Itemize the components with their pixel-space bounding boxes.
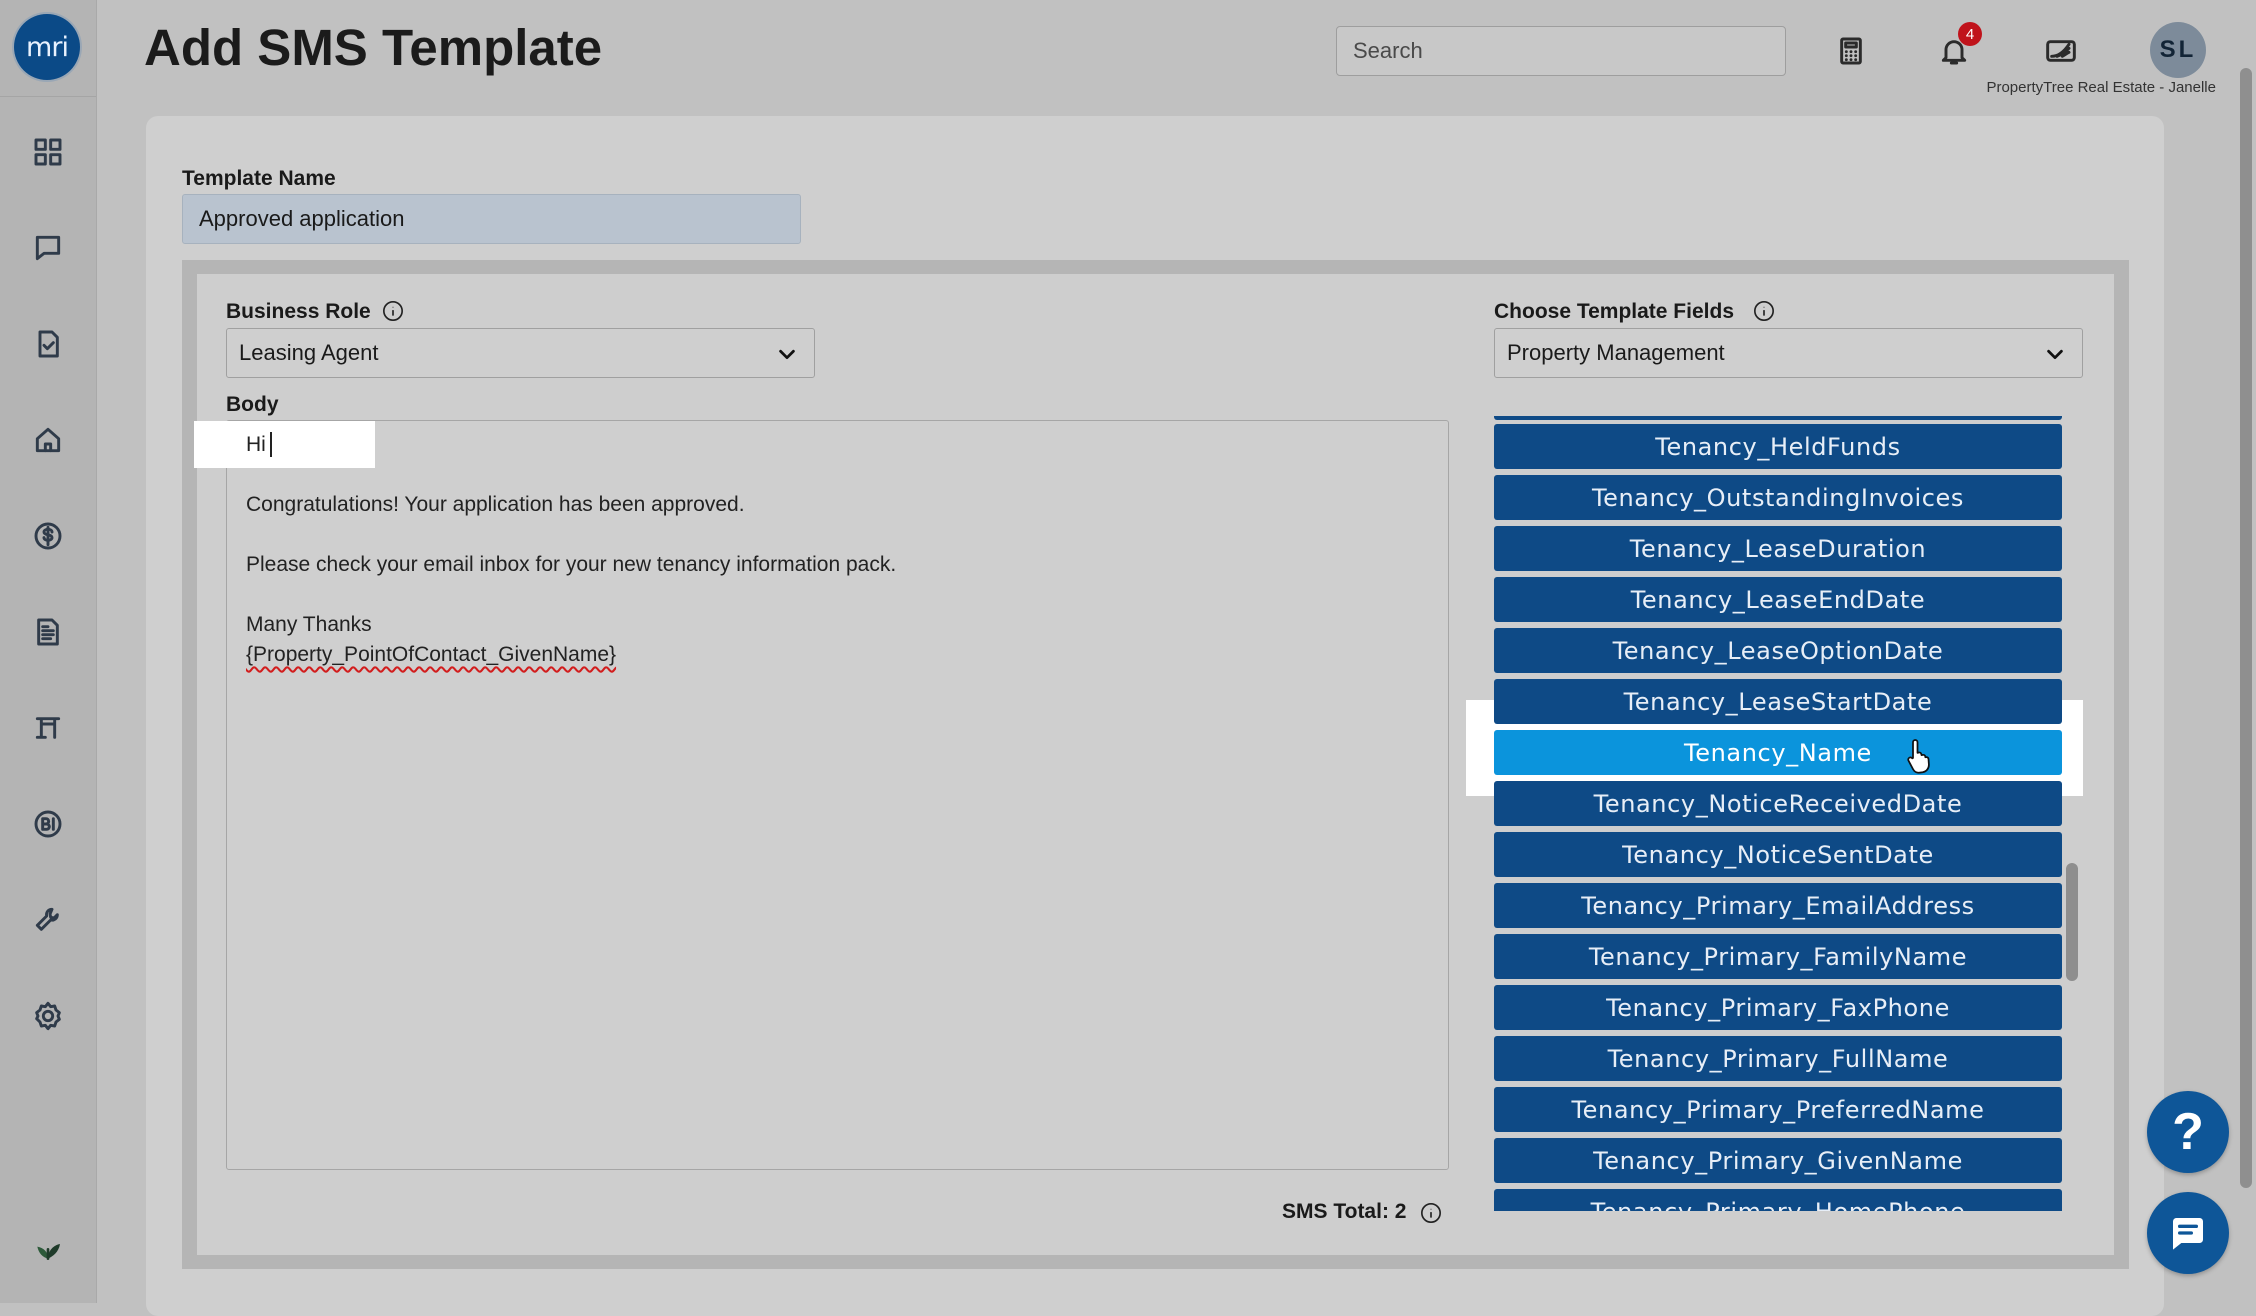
template-name-input[interactable] [182,194,801,244]
body-text-highlight [194,421,375,468]
sms-total-info-icon[interactable] [1420,1202,1442,1224]
template-field-button[interactable]: Tenancy_HeldFunds [1494,424,2062,469]
body-line-congratulations: Congratulations! Your application has be… [246,493,745,516]
account-label: PropertyTree Real Estate - Janelle [1986,79,2216,96]
template-field-button[interactable]: Tenancy_Primary_EmailAddress [1494,883,2062,928]
business-role-label: Business Role [226,300,371,323]
template-field-button[interactable]: Tenancy_Primary_FullName [1494,1036,2062,1081]
chevron-down-icon [776,343,798,365]
template-field-button-partial[interactable] [1494,416,2062,420]
template-field-list[interactable]: Tenancy_HeldFunds Tenancy_OutstandingInvo… [1494,416,2064,1211]
body-line-greeting: Hi [246,433,266,456]
chevron-down-icon [2044,343,2066,365]
body-line-thanks: Many Thanks [246,613,372,636]
logo-text: mri [26,31,69,63]
template-field-button[interactable]: Tenancy_NoticeSentDate [1494,832,2062,877]
template-field-button[interactable]: Tenancy_Primary_HomePhone [1494,1189,2062,1211]
text-cursor [270,432,272,457]
body-line-email-inbox: Please check your email inbox for your n… [246,553,897,576]
business-role-info-icon[interactable] [382,300,404,322]
dashboard-icon[interactable] [27,131,69,173]
business-role-select[interactable]: Leasing Agent [226,328,815,378]
reports-icon[interactable] [27,611,69,653]
template-field-button[interactable]: Tenancy_Primary_GivenName [1494,1138,2062,1183]
template-field-button[interactable]: Tenancy_LeaseDuration [1494,526,2062,571]
field-list-scrollbar[interactable] [2066,863,2078,981]
template-name-label: Template Name [182,167,336,190]
search-input[interactable] [1336,26,1786,76]
documents-icon[interactable] [27,707,69,749]
template-field-button[interactable]: Tenancy_Name [1494,730,2062,775]
user-avatar[interactable]: SL [2150,22,2206,78]
settings-icon[interactable] [27,995,69,1037]
property-tree-icon[interactable] [2036,26,2086,76]
page-scrollbar[interactable] [2240,68,2252,1188]
template-fields-value: Property Management [1507,340,1725,365]
template-field-button[interactable]: Tenancy_Primary_FamilyName [1494,934,2062,979]
financials-icon[interactable] [27,515,69,557]
bi-icon[interactable] [27,803,69,845]
tools-icon[interactable] [27,899,69,941]
template-fields-select[interactable]: Property Management [1494,328,2083,378]
page-title: Add SMS Template [144,19,603,76]
messages-icon[interactable] [27,227,69,269]
sidebar-divider [0,96,96,97]
body-textarea[interactable] [226,420,1449,1170]
template-field-button[interactable]: Tenancy_LeaseStartDate [1494,679,2062,724]
template-field-button[interactable]: Tenancy_LeaseOptionDate [1494,628,2062,673]
hand-pointer-icon [1907,739,1930,774]
calculator-icon[interactable] [1826,26,1876,76]
chat-button[interactable] [2147,1192,2229,1274]
body-label: Body [226,393,279,416]
notification-count-badge: 4 [1958,22,1982,46]
template-field-button[interactable]: Tenancy_LeaseEndDate [1494,577,2062,622]
chat-icon [2173,1218,2203,1250]
template-fields-label: Choose Template Fields [1494,300,1734,323]
sms-total: SMS Total: 2 [1282,1200,1407,1223]
template-field-button[interactable]: Tenancy_NoticeReceivedDate [1494,781,2062,826]
mri-logo[interactable]: mri [14,14,80,80]
template-field-button[interactable]: Tenancy_OutstandingInvoices [1494,475,2062,520]
leaf-icon[interactable] [27,1227,69,1269]
template-field-button[interactable]: Tenancy_Primary_FaxPhone [1494,985,2062,1030]
business-role-value: Leasing Agent [239,340,379,365]
template-field-button[interactable]: Tenancy_Primary_PreferredName [1494,1087,2062,1132]
tasks-icon[interactable] [27,323,69,365]
property-icon[interactable] [27,419,69,461]
template-fields-info-icon[interactable] [1753,300,1775,322]
sidebar: mri [0,0,97,1303]
help-button[interactable]: ? [2147,1091,2229,1173]
body-line-placeholder-field: {Property_PointOfContact_GivenName} [246,643,617,666]
